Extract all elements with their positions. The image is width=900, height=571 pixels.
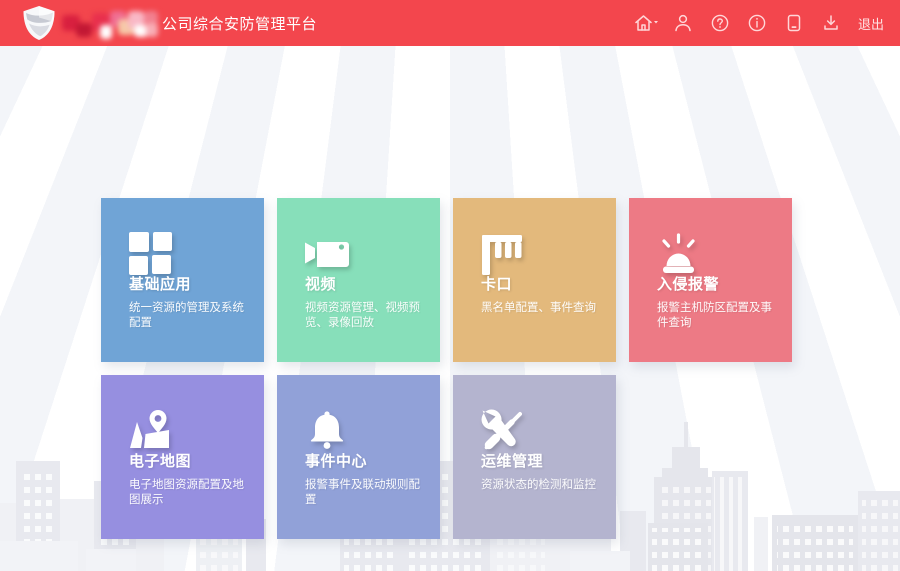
card-checkpoint[interactable]: 卡口 黑名单配置、事件查询 [453, 198, 616, 362]
card-emap[interactable]: 电子地图 电子地图资源配置及地图展示 [101, 375, 264, 539]
card-title: 运维管理 [481, 450, 543, 471]
app-window: 公司综合安防管理平台 [0, 0, 900, 571]
card-title: 基础应用 [129, 273, 191, 294]
card-description: 统一资源的管理及系统配置 [129, 301, 254, 331]
card-description: 视频资源管理、视频预览、录像回放 [305, 301, 430, 331]
page-title: 公司综合安防管理平台 [162, 13, 317, 34]
card-description: 报警事件及联动规则配置 [305, 478, 430, 508]
card-title: 视频 [305, 273, 336, 294]
header-toolbar: 退出 [632, 11, 884, 35]
card-title: 事件中心 [305, 450, 367, 471]
device-icon[interactable] [780, 11, 808, 35]
video-camera-icon [304, 231, 352, 279]
app-card-grid: 基础应用 统一资源的管理及系统配置 视频 视频资源管理、视频预览、录像回放 [101, 198, 792, 539]
grid-icon [128, 231, 176, 279]
info-icon[interactable] [743, 11, 771, 35]
card-title: 卡口 [481, 273, 512, 294]
logout-button[interactable]: 退出 [858, 14, 884, 33]
home-icon[interactable] [632, 11, 660, 35]
app-header: 公司综合安防管理平台 [0, 0, 900, 46]
grid-empty-cell [629, 375, 792, 539]
card-basic-apps[interactable]: 基础应用 统一资源的管理及系统配置 [101, 198, 264, 362]
user-icon[interactable] [669, 11, 697, 35]
card-description: 黑名单配置、事件查询 [481, 301, 606, 316]
card-event-center[interactable]: 事件中心 报警事件及联动规则配置 [277, 375, 440, 539]
wrench-screwdriver-icon [480, 408, 528, 456]
shield-logo-icon [20, 4, 58, 42]
card-video[interactable]: 视频 视频资源管理、视频预览、录像回放 [277, 198, 440, 362]
checkpoint-gantry-icon [480, 231, 528, 279]
bell-icon [304, 408, 352, 456]
map-pin-icon [128, 408, 176, 456]
header-brand: 公司综合安防管理平台 [0, 0, 317, 46]
card-ops-management[interactable]: 运维管理 资源状态的检测和监控 [453, 375, 616, 539]
card-description: 资源状态的检测和监控 [481, 478, 606, 493]
card-title: 入侵报警 [657, 273, 719, 294]
help-icon[interactable] [706, 11, 734, 35]
alarm-siren-icon [656, 231, 704, 279]
redacted-logo-mosaic [62, 5, 158, 41]
card-title: 电子地图 [129, 450, 191, 471]
download-icon[interactable] [817, 11, 845, 35]
card-description: 电子地图资源配置及地图展示 [129, 478, 254, 508]
card-description: 报警主机防区配置及事件查询 [657, 301, 782, 331]
card-intrusion-alarm[interactable]: 入侵报警 报警主机防区配置及事件查询 [629, 198, 792, 362]
